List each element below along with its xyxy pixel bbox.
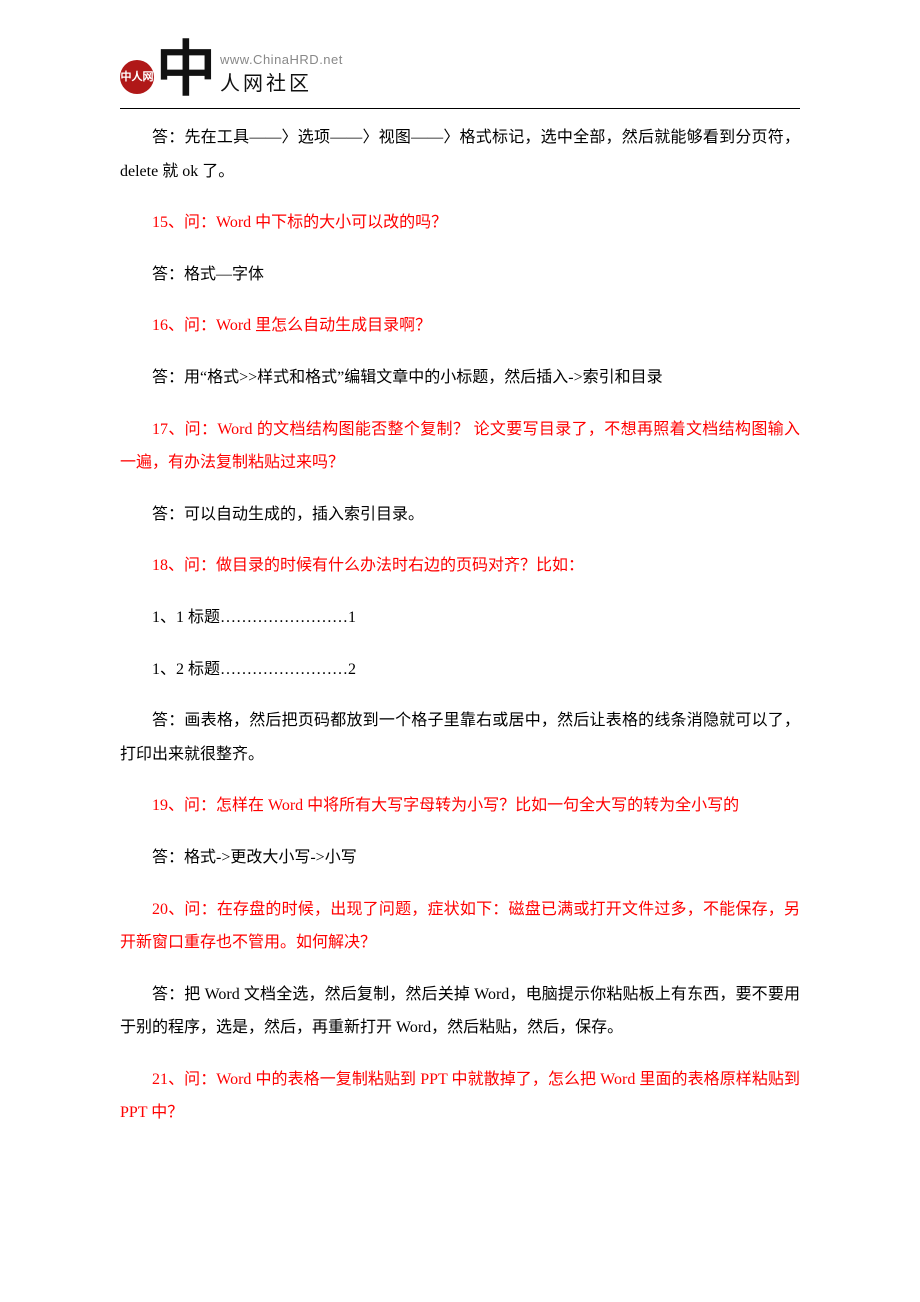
- answer-text: 答：用“格式>>样式和格式”编辑文章中的小标题，然后插入->索引和目录: [120, 361, 800, 395]
- answer-text: 答：格式—字体: [120, 258, 800, 292]
- logo-url: www.ChinaHRD.net: [220, 52, 343, 67]
- question-text: 15、问：Word 中下标的大小可以改的吗？: [120, 206, 800, 240]
- question-text: 19、问：怎样在 Word 中将所有大写字母转为小写？比如一句全大写的转为全小写…: [120, 789, 800, 823]
- answer-text: 答：画表格，然后把页码都放到一个格子里靠右或居中，然后让表格的线条消隐就可以了，…: [120, 704, 800, 771]
- header-divider: [120, 108, 800, 109]
- question-text: 17、问：Word 的文档结构图能否整个复制？ 论文要写目录了，不想再照着文档结…: [120, 413, 800, 480]
- site-logo: 中人网 中 www.ChinaHRD.net 人网社区: [120, 30, 800, 100]
- logo-subtitle: 人网社区: [220, 67, 343, 96]
- question-text: 18、问：做目录的时候有什么办法时右边的页码对齐？比如：: [120, 549, 800, 583]
- answer-text: 答：把 Word 文档全选，然后复制，然后关掉 Word，电脑提示你粘贴板上有东…: [120, 978, 800, 1045]
- document-page: 中人网 中 www.ChinaHRD.net 人网社区 答：先在工具——〉选项—…: [0, 0, 920, 1188]
- answer-text: 答：先在工具——〉选项——〉视图——〉格式标记，选中全部，然后就能够看到分页符，…: [120, 121, 800, 188]
- question-text: 20、问：在存盘的时候，出现了问题，症状如下：磁盘已满或打开文件过多，不能保存，…: [120, 893, 800, 960]
- example-text: 1、2 标题……………………2: [120, 653, 800, 687]
- answer-text: 答：可以自动生成的，插入索引目录。: [120, 498, 800, 532]
- example-text: 1、1 标题……………………1: [120, 601, 800, 635]
- document-body: 答：先在工具——〉选项——〉视图——〉格式标记，选中全部，然后就能够看到分页符，…: [120, 121, 800, 1130]
- answer-text: 答：格式->更改大小写->小写: [120, 841, 800, 875]
- logo-badge-icon: 中人网: [120, 60, 154, 94]
- logo-character: 中: [156, 40, 216, 100]
- question-text: 16、问：Word 里怎么自动生成目录啊？: [120, 309, 800, 343]
- question-text: 21、问：Word 中的表格一复制粘贴到 PPT 中就散掉了，怎么把 Word …: [120, 1063, 800, 1130]
- logo-text-block: www.ChinaHRD.net 人网社区: [220, 52, 343, 100]
